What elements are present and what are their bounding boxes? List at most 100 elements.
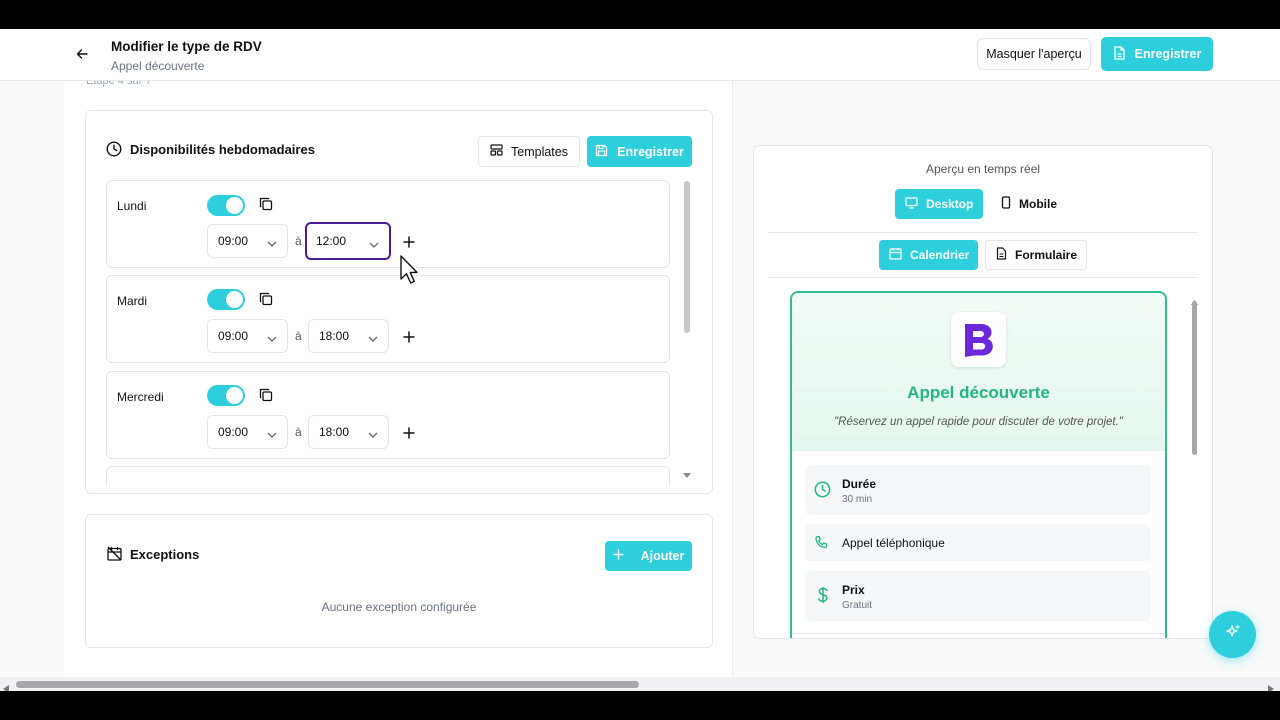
ai-sparkle-button[interactable] [1209, 611, 1256, 658]
day-toggle[interactable] [207, 195, 245, 216]
availability-save-label: Enregistrer [617, 144, 684, 159]
app-window: Modifier le type de RDV Appel découverte… [0, 29, 1280, 691]
event-description: "Réservez un appel rapide pour discuter … [834, 416, 1123, 428]
back-arrow-icon[interactable] [72, 44, 92, 64]
days-scrollbar[interactable] [684, 181, 690, 333]
view-tab-calendar[interactable]: Calendrier [879, 240, 978, 270]
booking-hero: Appel découverte "Réservez un appel rapi… [792, 293, 1165, 451]
smartphone-icon [1001, 196, 1011, 212]
day-row-mardi: Mardi 09:00 à 18:00 [106, 275, 670, 363]
dollar-icon [817, 586, 829, 609]
start-time-value: 09:00 [218, 329, 249, 343]
start-time-select[interactable]: 09:00 [207, 224, 288, 258]
exceptions-empty-text: Aucune exception configurée [321, 600, 477, 614]
divider [768, 232, 1198, 233]
start-time-select[interactable]: 09:00 [207, 415, 288, 449]
preview-heading: Aperçu en temps réel [925, 162, 1041, 176]
divider [792, 633, 1165, 634]
info-phone: Appel téléphonique [805, 524, 1151, 561]
exceptions-card: Exceptions Ajouter Aucune exception conf… [85, 514, 713, 648]
end-time-select[interactable]: 18:00 [308, 319, 389, 353]
view-tab-label: Formulaire [1015, 248, 1078, 262]
time-separator: à [295, 234, 302, 248]
hide-preview-button[interactable]: Masquer l'aperçu [977, 38, 1091, 70]
availability-title: Disponibilités hebdomadaires [130, 142, 315, 157]
file-save-icon [1113, 45, 1126, 63]
layout-template-icon [490, 144, 503, 159]
sparkles-icon [1225, 624, 1241, 645]
document-icon [996, 247, 1007, 263]
start-time-select[interactable]: 09:00 [207, 319, 288, 353]
scroll-left-arrow-icon[interactable] [3, 680, 9, 691]
chevron-down-icon [368, 427, 378, 441]
day-label: Lundi [117, 199, 147, 213]
device-tab-label: Desktop [926, 197, 974, 211]
page-title: Modifier le type de RDV [111, 39, 262, 54]
end-time-select[interactable]: 12:00 [305, 222, 391, 260]
chevron-down-icon [368, 331, 378, 345]
device-tab-label: Mobile [1019, 197, 1057, 211]
clock-icon [814, 481, 831, 503]
info-title: Appel téléphonique [842, 536, 945, 550]
view-tab-label: Calendrier [910, 248, 970, 262]
page-subtitle: Appel découverte [111, 59, 205, 73]
mouse-cursor-icon [400, 255, 420, 290]
info-price: Prix Gratuit [805, 571, 1151, 621]
header-save-button[interactable]: Enregistrer [1101, 37, 1213, 71]
info-sub: Gratuit [842, 600, 873, 611]
end-time-value: 18:00 [319, 425, 350, 439]
copy-icon[interactable] [259, 292, 275, 308]
exceptions-title: Exceptions [130, 547, 200, 562]
chevron-down-icon [369, 237, 379, 251]
calendar-off-icon [107, 546, 122, 566]
add-slot-plus-icon[interactable] [403, 330, 417, 344]
device-tab-desktop[interactable]: Desktop [895, 189, 983, 219]
day-toggle[interactable] [207, 385, 245, 406]
add-slot-plus-icon[interactable] [403, 426, 417, 440]
event-title: Appel découverte [907, 383, 1050, 402]
preview-scrollbar[interactable] [1192, 301, 1197, 455]
info-sub: 30 min [842, 494, 873, 505]
horizontal-scroll-thumb[interactable] [16, 681, 639, 688]
day-row-mercredi: Mercredi 09:00 à 18:00 [106, 371, 670, 459]
plus-icon [612, 549, 624, 563]
horizontal-scrollbar[interactable] [0, 677, 1280, 691]
day-toggle[interactable] [207, 289, 245, 310]
day-row-lundi: Lundi 09:00 à 12:00 [106, 180, 670, 268]
scroll-right-arrow-icon[interactable] [1268, 680, 1274, 691]
booking-page-preview: Appel découverte "Réservez un appel rapi… [790, 291, 1167, 638]
time-separator: à [295, 329, 302, 343]
live-preview-card: Aperçu en temps réel Desktop Mobile Cale… [753, 145, 1213, 639]
device-tab-mobile[interactable]: Mobile [991, 189, 1071, 219]
header-save-label: Enregistrer [1134, 47, 1202, 61]
scroll-down-arrow-icon[interactable] [1191, 636, 1198, 638]
chevron-down-icon [267, 331, 277, 345]
info-title: Durée [842, 477, 877, 491]
chevron-down-icon [267, 236, 277, 250]
day-label: Mercredi [117, 390, 164, 404]
add-exception-button[interactable]: Ajouter [605, 541, 692, 571]
templates-button[interactable]: Templates [478, 136, 580, 167]
top-bar: Modifier le type de RDV Appel découverte… [0, 29, 1280, 81]
end-time-value: 12:00 [316, 234, 347, 248]
start-time-value: 09:00 [218, 234, 249, 248]
add-slot-plus-icon[interactable] [403, 235, 417, 249]
end-time-select[interactable]: 18:00 [308, 415, 389, 449]
day-row-partial [106, 466, 670, 486]
brand-logo [951, 312, 1006, 367]
copy-icon[interactable] [259, 388, 275, 404]
clock-icon [106, 141, 122, 162]
availability-save-button[interactable]: Enregistrer [587, 136, 692, 167]
start-time-value: 09:00 [218, 425, 249, 439]
info-duration: Durée 30 min [805, 465, 1151, 515]
info-title: Prix [842, 583, 865, 597]
scroll-down-arrow-icon[interactable] [683, 465, 691, 483]
templates-label: Templates [511, 144, 568, 159]
divider [768, 277, 1198, 278]
hide-preview-label: Masquer l'aperçu [986, 47, 1082, 61]
view-tab-form[interactable]: Formulaire [985, 240, 1087, 270]
time-separator: à [295, 425, 302, 439]
phone-icon [814, 535, 829, 555]
floppy-disk-icon [595, 144, 608, 160]
copy-icon[interactable] [259, 197, 275, 213]
